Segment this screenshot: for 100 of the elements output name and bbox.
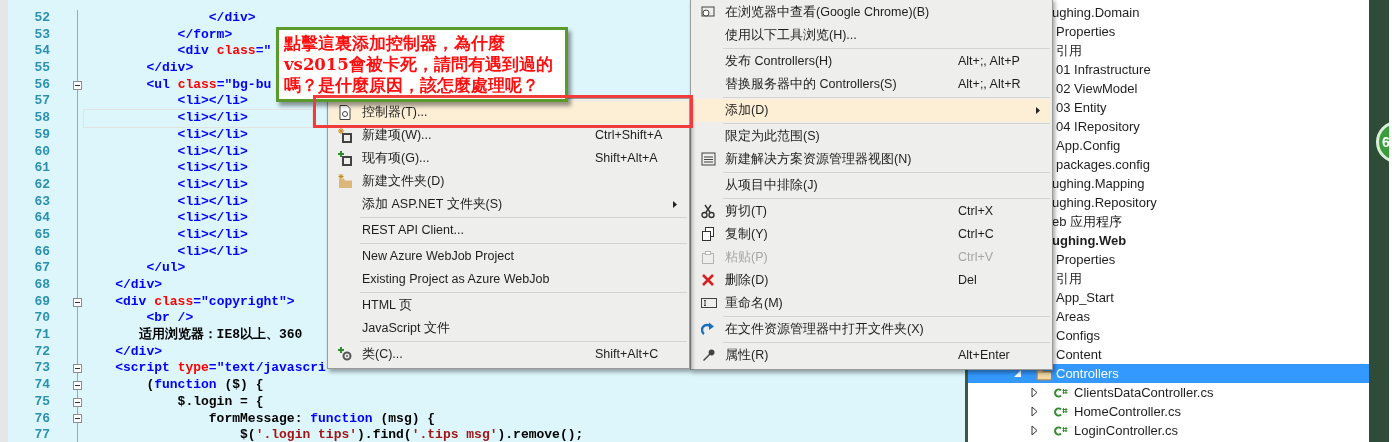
menu-item[interactable]: New Azure WebJob Project [330,245,687,268]
code-line: <br /> [145,310,194,327]
line-number: 66 [33,243,50,261]
collapse-icon[interactable] [73,397,82,407]
code-line: <li></li> [84,110,312,127]
menu-item[interactable]: 添加 ASP.NET 文件夹(S) [330,193,687,216]
csharp-file-icon [1054,406,1068,417]
delete-icon [701,273,717,288]
code-line: </form> [176,26,233,44]
shortcut-label: Shift+Alt+A [595,150,659,167]
gear-plus-icon [338,347,354,362]
menu-item[interactable]: 从项目中排除(J) [693,174,1050,197]
shortcut-label: Ctrl+V [958,249,995,266]
code-line: <li></li> [176,193,248,211]
collapse-icon[interactable] [73,297,82,307]
menu-item[interactable]: 复制(Y) Ctrl+C [693,223,1050,246]
menu-item[interactable]: 新建文件夹(D) [330,170,687,193]
line-number: 71 [33,327,50,344]
line-number: 74 [33,377,50,394]
code-line: </div> [114,343,162,361]
collapse-icon[interactable] [73,80,82,90]
collapse-icon[interactable] [73,414,82,424]
menu-item[interactable]: 替换服务器中的 Controllers(S) Alt+;, Alt+R [693,73,1050,96]
line-number: 58 [33,110,50,127]
line-number: 60 [33,143,50,161]
document-icon [338,105,354,120]
menu-item[interactable]: 剪切(T) Ctrl+X [693,200,1050,223]
menu-item[interactable]: 控制器(T)... [330,101,687,124]
shortcut-label: Alt+Enter [958,347,1011,364]
rename-icon [701,296,717,311]
clipboard-icon [701,250,717,265]
code-line: </div> [207,10,256,27]
code-line: </div> [114,277,162,294]
window-list-icon [701,152,717,167]
curved-arrow-icon [701,322,717,337]
scissors-icon [701,204,717,219]
csharp-file-icon [1054,425,1068,436]
add-item-icon [338,151,354,166]
code-line: <script type="text/javascri [114,360,326,378]
shortcut-label: Alt+;, Alt+R [958,76,1022,93]
code-line: <li></li> [176,143,248,161]
collapse-icon[interactable] [73,364,82,374]
menu-item[interactable]: 在浏览器中查看(Google Chrome)(B) [693,1,1050,24]
menu-item[interactable]: 在文件资源管理器中打开文件夹(X) [693,318,1050,341]
line-number: 64 [33,210,50,227]
line-number: 62 [33,176,50,194]
shortcut-label: Alt+;, Alt+P [958,53,1021,70]
menu-item[interactable]: 属性(R) Alt+Enter [693,344,1050,367]
code-line: $.login = { [176,393,264,411]
code-line: <li></li> [176,226,248,244]
tree-item[interactable]: ClientsDataController.cs [968,383,1369,402]
code-line: $('.login tips').find('.tips msg').remove(); [239,427,584,442]
submenu-arrow-icon [1036,107,1040,115]
line-number: 56 [33,76,50,94]
collapsed-icon[interactable] [1031,387,1038,398]
line-number: 70 [33,310,50,328]
code-line: </ul> [145,260,186,277]
new-item-icon [338,128,354,143]
code-line: <li></li> [176,93,248,111]
csharp-file-icon [1054,387,1068,398]
menu-item[interactable]: 新建解决方案资源管理器视图(N) [693,148,1050,171]
code-line: 适用浏览器：IE8以上、360 [137,327,303,344]
menu-item[interactable]: 发布 Controllers(H) Alt+;, Alt+P [693,50,1050,73]
menu-item[interactable]: 现有项(G)... Shift+Alt+A [330,147,687,170]
line-number: 65 [33,226,50,244]
menu-item[interactable]: JavaScript 文件 [330,317,687,340]
menu-item[interactable]: HTML 页 [330,294,687,317]
code-line: <div class="copyright"> [114,293,295,311]
menu-item[interactable]: REST API Client... [330,219,687,242]
code-line: <li></li> [176,243,248,261]
menu-item[interactable]: 新建项(W)... Ctrl+Shift+A [330,124,687,147]
line-number: 57 [33,93,50,111]
shortcut-label: Ctrl+Shift+A [595,127,664,144]
menu-item[interactable]: 添加(D) [693,99,1050,122]
menu-item[interactable]: 类(C)... Shift+Alt+C [330,343,687,366]
line-number: 63 [33,193,50,211]
menu-item[interactable]: 使用以下工具浏览(H)... [693,24,1050,47]
line-number: 68 [33,277,50,294]
wrench-icon [701,348,717,363]
line-number: 67 [33,260,50,277]
collapsed-icon[interactable] [1031,425,1038,436]
code-line: <li></li> [176,210,248,227]
submenu-arrow-icon [673,201,677,209]
shortcut-label: Shift+Alt+C [595,346,660,363]
collapse-icon[interactable] [73,380,82,390]
code-line: <div class=" [176,43,272,61]
side-badge[interactable]: 6 [1376,121,1389,163]
code-line: <li></li> [176,176,248,194]
collapsed-icon[interactable] [1031,406,1038,417]
menu-item[interactable]: 限定为此范围(S) [693,125,1050,148]
menu-item[interactable]: Existing Project as Azure WebJob [330,268,687,291]
tree-item[interactable]: HomeController.cs [968,402,1369,421]
line-number: 61 [33,160,50,177]
menu-item[interactable]: 重命名(M) [693,292,1050,315]
new-folder-icon [338,174,354,189]
tree-item[interactable]: LoginController.cs [968,421,1369,440]
menu-item[interactable]: 删除(D) Del [693,269,1050,292]
code-line: (function ($) { [145,377,264,394]
browser-icon [701,5,717,20]
annotation-note: 點擊這裏添加控制器，為什麼vs2015會被卡死，請問有遇到過的嗎？是什麼原因，該怎麼處理呢？ [276,27,568,102]
